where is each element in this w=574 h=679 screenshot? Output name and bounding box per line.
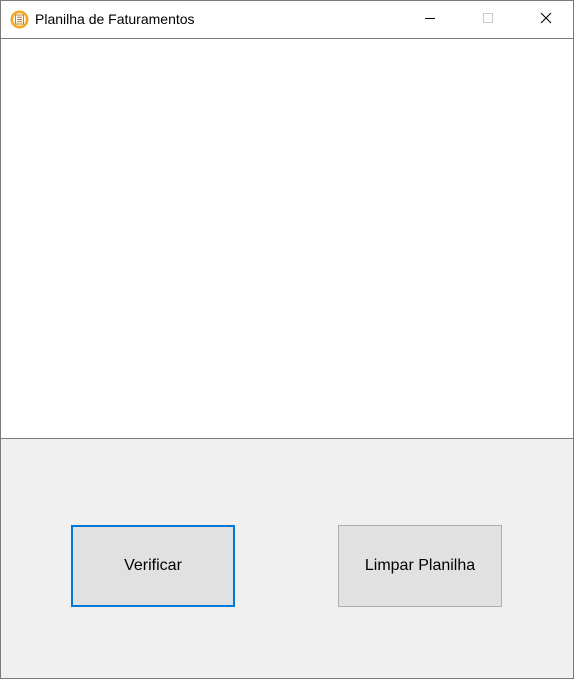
- clear-spreadsheet-button[interactable]: Limpar Planilha: [338, 525, 502, 607]
- minimize-icon: [424, 11, 436, 29]
- verify-button[interactable]: Verificar: [71, 525, 235, 607]
- spreadsheet-area[interactable]: [1, 38, 573, 439]
- close-icon: [540, 11, 552, 29]
- spreadsheet-app-icon: [10, 10, 29, 29]
- title-bar[interactable]: Planilha de Faturamentos: [1, 1, 573, 38]
- minimize-button[interactable]: [401, 1, 459, 38]
- window-title: Planilha de Faturamentos: [35, 11, 195, 27]
- maximize-icon: [482, 11, 494, 29]
- app-window: Planilha de Faturamentos Verificar Limpa…: [0, 0, 574, 679]
- maximize-button[interactable]: [459, 1, 517, 38]
- close-button[interactable]: [517, 1, 574, 38]
